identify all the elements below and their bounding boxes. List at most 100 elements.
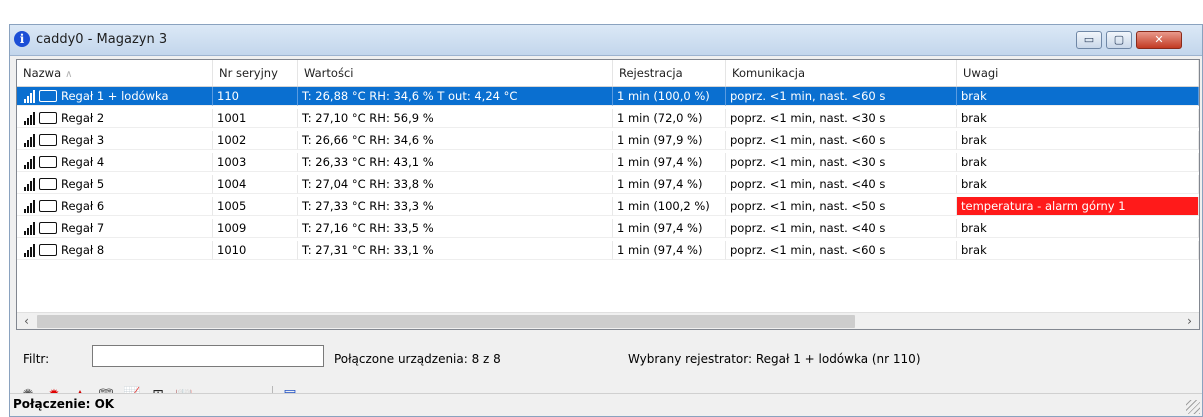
cell-registration: 1 min (100,2 %)	[613, 197, 726, 216]
cell-text: T: 26,33 °C RH: 43,1 %	[302, 155, 434, 169]
signal-strength-icon	[21, 133, 39, 147]
cell-text: brak	[961, 89, 987, 103]
cell-text: brak	[961, 243, 987, 257]
cell-text: 1 min (100,0 %)	[617, 89, 710, 103]
cell-communication: poprz. <1 min, nast. <60 s	[726, 131, 957, 150]
cell-registration: 1 min (100,0 %)	[613, 87, 726, 106]
table-header: Nazwa ∧ Nr seryjny Wartości Rejestracja K…	[17, 60, 1199, 87]
cell-text: poprz. <1 min, nast. <60 s	[730, 243, 886, 257]
cell-communication: poprz. <1 min, nast. <30 s	[726, 153, 957, 172]
cell-values: T: 27,31 °C RH: 33,1 %	[298, 241, 613, 260]
scrollbar-thumb[interactable]	[37, 315, 855, 328]
cell-text: T: 27,10 °C RH: 56,9 %	[302, 111, 434, 125]
cell-notes: brak	[957, 153, 1199, 172]
cell-serial: 110	[213, 87, 298, 106]
table-row[interactable]: Regał 2 1001 T: 27,10 °C RH: 56,9 % 1 min (…	[17, 109, 1199, 128]
cell-text: Regał 8	[61, 243, 105, 257]
cell-text: T: 27,33 °C RH: 33,3 %	[302, 199, 434, 213]
cell-text: brak	[961, 221, 987, 235]
table-row[interactable]: Regał 7 1009 T: 27,16 °C RH: 33,5 % 1 min (…	[17, 219, 1199, 238]
cell-registration: 1 min (97,4 %)	[613, 153, 726, 172]
cell-text: 1 min (97,4 %)	[617, 177, 703, 191]
table-row[interactable]: Regał 1 + lodówka 110 T: 26,88 °C RH: 34,6…	[17, 87, 1199, 106]
cell-registration: 1 min (72,0 %)	[613, 109, 726, 128]
cell-communication: poprz. <1 min, nast. <40 s	[726, 175, 957, 194]
cell-communication: poprz. <1 min, nast. <50 s	[726, 197, 957, 216]
cell-serial: 1010	[213, 241, 298, 260]
title-bar[interactable]: i caddy0 - Magazyn 3 ▭ ▢ ✕	[10, 25, 1202, 56]
table-row[interactable]: Regał 8 1010 T: 27,31 °C RH: 33,1 % 1 min (…	[17, 241, 1199, 260]
signal-strength-icon	[21, 89, 39, 103]
cell-text: Regał 6	[61, 199, 105, 213]
cell-text: T: 27,16 °C RH: 33,5 %	[302, 221, 434, 235]
minimize-button[interactable]: ▭	[1076, 31, 1102, 49]
cell-serial: 1001	[213, 109, 298, 128]
cell-text: 1002	[217, 133, 247, 147]
scroll-right-icon[interactable]: ›	[1181, 314, 1198, 329]
cell-text: 1 min (97,4 %)	[617, 221, 703, 235]
cell-text: Regał 2	[61, 111, 105, 125]
cell-text: poprz. <1 min, nast. <50 s	[730, 199, 886, 213]
device-icon	[39, 200, 57, 212]
cell-name: Regał 4	[17, 153, 213, 172]
horizontal-scrollbar[interactable]: ‹ ›	[17, 312, 1199, 329]
cell-text: 1 min (72,0 %)	[617, 111, 703, 125]
info-icon: i	[14, 31, 30, 47]
signal-strength-icon	[21, 221, 39, 235]
cell-text: poprz. <1 min, nast. <40 s	[730, 221, 886, 235]
table-row[interactable]: Regał 4 1003 T: 26,33 °C RH: 43,1 % 1 min (…	[17, 153, 1199, 172]
cell-text: 1 min (97,9 %)	[617, 133, 703, 147]
resize-grip-icon[interactable]	[1186, 400, 1200, 414]
signal-strength-icon	[21, 155, 39, 169]
column-header-name[interactable]: Nazwa ∧	[17, 60, 213, 86]
cell-name: Regał 7	[17, 219, 213, 238]
recorders-table[interactable]: Nazwa ∧ Nr seryjny Wartości Rejestracja K…	[16, 59, 1200, 330]
cell-serial: 1002	[213, 131, 298, 150]
main-window: i caddy0 - Magazyn 3 ▭ ▢ ✕ Nazwa ∧ Nr ser…	[9, 24, 1203, 417]
device-icon	[39, 156, 57, 168]
cell-communication: poprz. <1 min, nast. <60 s	[726, 241, 957, 260]
close-button[interactable]: ✕	[1136, 31, 1182, 49]
window-title: caddy0 - Magazyn 3	[36, 32, 168, 47]
cell-text: brak	[961, 111, 987, 125]
cell-text: 1010	[217, 243, 247, 257]
filter-input[interactable]	[92, 345, 324, 367]
cell-notes: brak	[957, 241, 1199, 260]
cell-text: brak	[961, 133, 987, 147]
connected-devices-text: Połączone urządzenia: 8 z 8	[334, 352, 501, 366]
table-row[interactable]: Regał 3 1002 T: 26,66 °C RH: 34,6 % 1 min (…	[17, 131, 1199, 150]
table-row[interactable]: Regał 5 1004 T: 27,04 °C RH: 33,8 % 1 min (…	[17, 175, 1199, 194]
cell-text: Regał 5	[61, 177, 105, 191]
cell-text: Regał 7	[61, 221, 105, 235]
cell-text: poprz. <1 min, nast. <40 s	[730, 177, 886, 191]
cell-communication: poprz. <1 min, nast. <40 s	[726, 219, 957, 238]
column-header-values[interactable]: Wartości	[298, 60, 613, 86]
cell-notes: brak	[957, 219, 1199, 238]
cell-communication: poprz. <1 min, nast. <30 s	[726, 109, 957, 128]
cell-text: T: 27,04 °C RH: 33,8 %	[302, 177, 434, 191]
cell-text: poprz. <1 min, nast. <30 s	[730, 155, 886, 169]
cell-values: T: 27,04 °C RH: 33,8 %	[298, 175, 613, 194]
column-header-notes[interactable]: Uwagi	[957, 60, 1199, 86]
column-header-communication[interactable]: Komunikacja	[726, 60, 957, 86]
device-icon	[39, 112, 57, 124]
scroll-left-icon[interactable]: ‹	[18, 314, 35, 329]
cell-name: Regał 8	[17, 241, 213, 260]
cell-text: temperatura - alarm górny 1	[961, 199, 1126, 213]
cell-serial: 1004	[213, 175, 298, 194]
cell-text: Regał 3	[61, 133, 105, 147]
device-icon	[39, 178, 57, 190]
cell-text: Regał 1 + lodówka	[61, 89, 169, 103]
signal-strength-icon	[21, 111, 39, 125]
device-icon	[39, 222, 57, 234]
cell-registration: 1 min (97,4 %)	[613, 241, 726, 260]
column-header-serial[interactable]: Nr seryjny	[213, 60, 298, 86]
cell-text: brak	[961, 177, 987, 191]
cell-text: 1 min (97,4 %)	[617, 243, 703, 257]
table-row[interactable]: Regał 6 1005 T: 27,33 °C RH: 33,3 % 1 min (…	[17, 197, 1199, 216]
column-header-registration[interactable]: Rejestracja	[613, 60, 726, 86]
device-icon	[39, 244, 57, 256]
cell-registration: 1 min (97,4 %)	[613, 175, 726, 194]
cell-communication: poprz. <1 min, nast. <60 s	[726, 87, 957, 106]
maximize-button[interactable]: ▢	[1106, 31, 1132, 49]
